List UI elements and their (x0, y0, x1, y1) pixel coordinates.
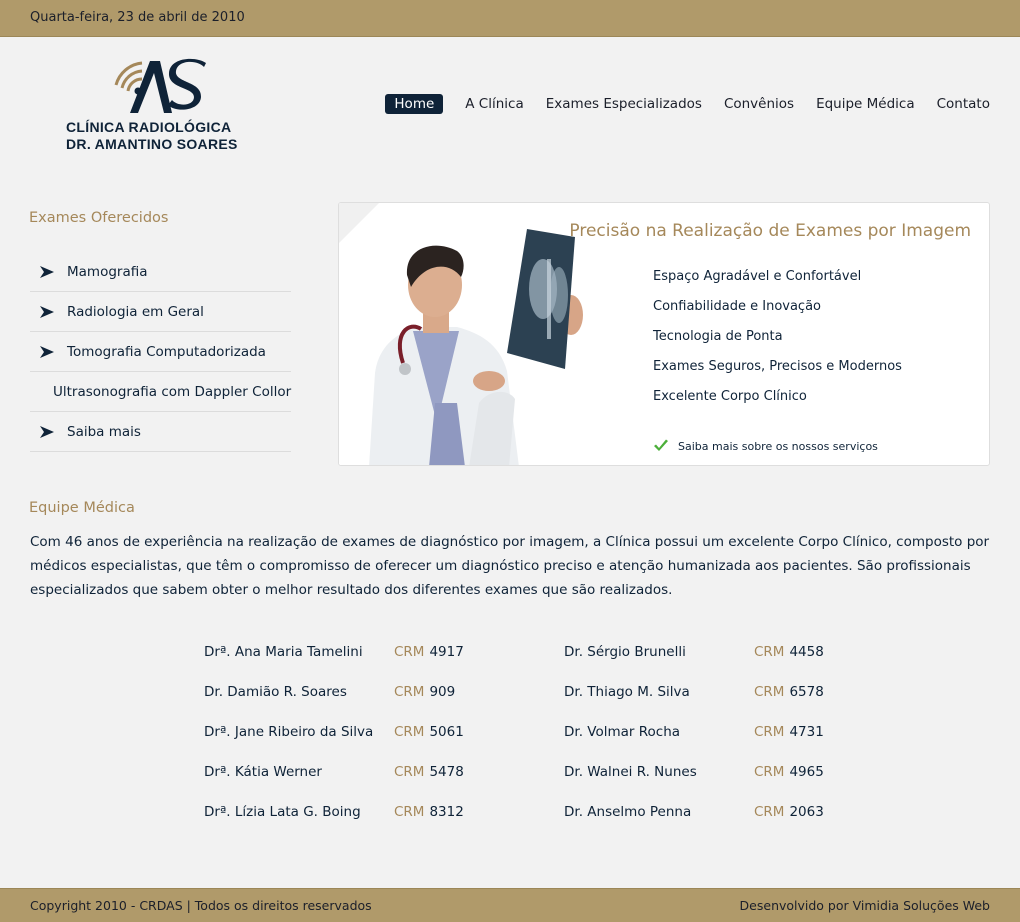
nav-convenios[interactable]: Convênios (724, 94, 794, 114)
doctor-crm: CRM 4965 (754, 764, 824, 780)
team-title: Equipe Médica (29, 500, 135, 516)
nav-home[interactable]: Home (385, 94, 444, 114)
arrow-right-icon (40, 265, 54, 278)
doctor-name: Dr. Sérgio Brunelli (564, 644, 686, 660)
doctor-crm: CRM 8312 (394, 804, 464, 820)
exams-list: Mamografia Radiologia em Geral Tomografi… (30, 252, 291, 452)
nav-a-clinica[interactable]: A Clínica (465, 94, 523, 114)
crm-number: 909 (429, 684, 456, 700)
logo-line-2: DR. AMANTINO SOARES (66, 136, 238, 152)
nav-equipe-medica[interactable]: Equipe Médica (816, 94, 915, 114)
sidebar-item-label: Ultrasonografia com Dappler Collor (53, 383, 292, 400)
feature-bullets: Espaço Agradável e Confortável Confiabil… (653, 269, 902, 419)
crm-number: 8312 (429, 804, 464, 820)
crm-number: 2063 (789, 804, 824, 820)
crm-label: CRM (394, 724, 425, 740)
logo-line-1: CLÍNICA RADIOLÓGICA (66, 119, 232, 135)
crm-label: CRM (394, 764, 425, 780)
arrow-right-icon (40, 345, 54, 358)
feature-banner: Precisão na Realização de Exames por Ima… (338, 202, 990, 466)
doctor-name: Dr. Damião R. Soares (204, 684, 347, 700)
doctor-name: Drª. Kátia Werner (204, 764, 322, 780)
crm-label: CRM (754, 684, 785, 700)
crm-number: 4731 (789, 724, 824, 740)
doctor-name: Drª. Lízia Lata G. Boing (204, 804, 361, 820)
crm-number: 5478 (429, 764, 464, 780)
developer-credit-link[interactable]: Desenvolvido por Vimidia Soluções Web (740, 898, 990, 913)
crm-label: CRM (754, 804, 785, 820)
crm-number: 4917 (429, 644, 464, 660)
feature-bullet: Confiabilidade e Inovação (653, 299, 821, 314)
doctor-crm: CRM 5061 (394, 724, 464, 740)
sidebar-item-label: Tomografia Computadorizada (67, 343, 266, 360)
nav-exames-especializados[interactable]: Exames Especializados (546, 94, 702, 114)
crm-number: 5061 (429, 724, 464, 740)
crm-label: CRM (754, 644, 785, 660)
sidebar-item-saiba-mais[interactable]: Saiba mais (30, 412, 291, 452)
doctor-crm: CRM 4458 (754, 644, 824, 660)
sidebar-item-tomografia[interactable]: Tomografia Computadorizada (30, 332, 291, 372)
crm-label: CRM (394, 804, 425, 820)
sidebar-item-mamografia[interactable]: Mamografia (30, 252, 291, 292)
team-description: Com 46 anos de experiência na realização… (30, 534, 990, 598)
current-date: Quarta-feira, 23 de abril de 2010 (30, 10, 245, 25)
crm-label: CRM (754, 724, 785, 740)
footer: Copyright 2010 - CRDAS | Todos os direit… (0, 888, 1020, 922)
sidebar-item-label: Mamografia (67, 263, 148, 280)
feature-bullet: Excelente Corpo Clínico (653, 389, 807, 404)
copyright-text: Copyright 2010 - CRDAS | Todos os direit… (30, 898, 372, 913)
crm-number: 6578 (789, 684, 824, 700)
crm-number: 4965 (789, 764, 824, 780)
crm-label: CRM (394, 684, 425, 700)
sidebar-title: Exames Oferecidos (29, 210, 169, 226)
doctor-name: Dr. Anselmo Penna (564, 804, 692, 820)
doctor-name: Drª. Jane Ribeiro da Silva (204, 724, 374, 740)
doctor-crm: CRM 6578 (754, 684, 824, 700)
doctor-crm: CRM 4917 (394, 644, 464, 660)
feature-bullet: Espaço Agradável e Confortável (653, 269, 862, 284)
doctor-crm: CRM 2063 (754, 804, 824, 820)
doctor-crm: CRM 909 (394, 684, 455, 700)
nav-contato[interactable]: Contato (937, 94, 990, 114)
doctor-name: Dr. Volmar Rocha (564, 724, 681, 740)
crm-label: CRM (394, 644, 425, 660)
doctor-name: Dr. Walnei R. Nunes (564, 764, 697, 780)
services-more-label: Saiba mais sobre os nossos serviços (678, 439, 878, 453)
sidebar-item-label: Saiba mais (67, 423, 141, 440)
arrow-right-icon (40, 425, 54, 438)
main-nav: Home A Clínica Exames Especializados Con… (385, 93, 990, 115)
crm-number: 4458 (789, 644, 824, 660)
sidebar-item-ultrasonografia[interactable]: Ultrasonografia com Dappler Collor (30, 372, 291, 412)
top-bar: Quarta-feira, 23 de abril de 2010 (0, 0, 1020, 37)
as-monogram-icon (114, 58, 206, 113)
clinic-logo[interactable]: CLÍNICA RADIOLÓGICA DR. AMANTINO SOARES (60, 55, 240, 155)
arrow-right-icon (40, 305, 54, 318)
doctor-name: Dr. Thiago M. Silva (564, 684, 690, 700)
sidebar-item-label: Radiologia em Geral (67, 303, 204, 320)
doctor-crm: CRM 4731 (754, 724, 824, 740)
crm-label: CRM (754, 764, 785, 780)
feature-title: Precisão na Realização de Exames por Ima… (569, 221, 971, 241)
services-more-link[interactable]: Saiba mais sobre os nossos serviços (653, 439, 878, 453)
doctor-xray-image (339, 203, 601, 465)
checkmark-icon (654, 439, 668, 451)
feature-bullet: Tecnologia de Ponta (653, 329, 783, 344)
doctor-crm: CRM 5478 (394, 764, 464, 780)
feature-bullet: Exames Seguros, Precisos e Modernos (653, 359, 902, 374)
doctor-name: Drª. Ana Maria Tamelini (204, 644, 363, 660)
sidebar-item-radiologia[interactable]: Radiologia em Geral (30, 292, 291, 332)
